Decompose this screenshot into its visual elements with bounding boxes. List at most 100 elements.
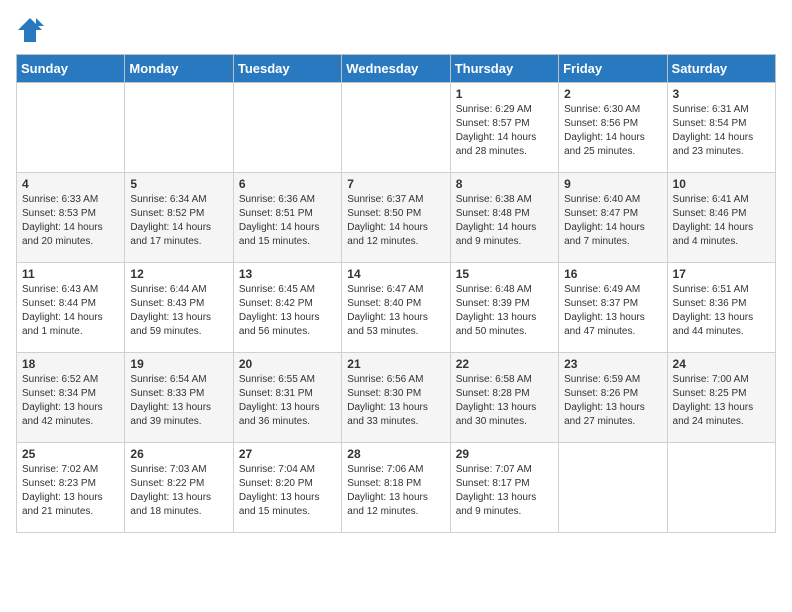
day-info: Sunrise: 6:29 AM Sunset: 8:57 PM Dayligh… <box>456 103 553 159</box>
day-number: 25 <box>22 447 119 461</box>
day-number: 9 <box>564 177 661 191</box>
calendar-cell: 10 Sunrise: 6:41 AM Sunset: 8:46 PM Dayli… <box>667 173 775 263</box>
day-number: 29 <box>456 447 553 461</box>
day-number: 3 <box>673 87 770 101</box>
header <box>16 16 776 44</box>
day-info: Sunrise: 7:03 AM Sunset: 8:22 PM Dayligh… <box>130 463 227 519</box>
logo-icon <box>16 16 44 44</box>
calendar-cell <box>667 443 775 533</box>
day-info: Sunrise: 6:30 AM Sunset: 8:56 PM Dayligh… <box>564 103 661 159</box>
calendar-cell: 15 Sunrise: 6:48 AM Sunset: 8:39 PM Dayli… <box>450 263 558 353</box>
calendar-cell: 8Sunrise: 6:38 AM Sunset: 8:48 PM Daylig… <box>450 173 558 263</box>
calendar-cell: 22 Sunrise: 6:58 AM Sunset: 8:28 PM Dayli… <box>450 353 558 443</box>
day-info: Sunrise: 7:00 AM Sunset: 8:25 PM Dayligh… <box>673 373 770 429</box>
calendar-cell: 6 Sunrise: 6:36 AM Sunset: 8:51 PM Daylig… <box>233 173 341 263</box>
calendar-cell <box>233 83 341 173</box>
day-number: 4 <box>22 177 119 191</box>
day-info: Sunrise: 6:34 AM Sunset: 8:52 PM Dayligh… <box>130 193 227 249</box>
day-info: Sunrise: 6:36 AM Sunset: 8:51 PM Dayligh… <box>239 193 336 249</box>
calendar-cell: 28Sunrise: 7:06 AM Sunset: 8:18 PM Dayli… <box>342 443 450 533</box>
calendar-cell: 20 Sunrise: 6:55 AM Sunset: 8:31 PM Dayli… <box>233 353 341 443</box>
weekday-header-thursday: Thursday <box>450 55 558 83</box>
day-info: Sunrise: 7:07 AM Sunset: 8:17 PM Dayligh… <box>456 463 553 519</box>
calendar-cell: 25Sunrise: 7:02 AM Sunset: 8:23 PM Dayli… <box>17 443 125 533</box>
day-number: 8 <box>456 177 553 191</box>
calendar-cell: 26 Sunrise: 7:03 AM Sunset: 8:22 PM Dayli… <box>125 443 233 533</box>
day-info: Sunrise: 6:58 AM Sunset: 8:28 PM Dayligh… <box>456 373 553 429</box>
day-info: Sunrise: 6:41 AM Sunset: 8:46 PM Dayligh… <box>673 193 770 249</box>
weekday-header-row: SundayMondayTuesdayWednesdayThursdayFrid… <box>17 55 776 83</box>
day-info: Sunrise: 6:37 AM Sunset: 8:50 PM Dayligh… <box>347 193 444 249</box>
day-info: Sunrise: 6:47 AM Sunset: 8:40 PM Dayligh… <box>347 283 444 339</box>
calendar-cell: 17 Sunrise: 6:51 AM Sunset: 8:36 PM Dayli… <box>667 263 775 353</box>
day-number: 17 <box>673 267 770 281</box>
day-number: 14 <box>347 267 444 281</box>
calendar-cell: 18 Sunrise: 6:52 AM Sunset: 8:34 PM Dayli… <box>17 353 125 443</box>
day-info: Sunrise: 6:45 AM Sunset: 8:42 PM Dayligh… <box>239 283 336 339</box>
day-info: Sunrise: 6:31 AM Sunset: 8:54 PM Dayligh… <box>673 103 770 159</box>
weekday-header-wednesday: Wednesday <box>342 55 450 83</box>
calendar-cell: 27 Sunrise: 7:04 AM Sunset: 8:20 PM Dayli… <box>233 443 341 533</box>
day-number: 2 <box>564 87 661 101</box>
day-info: Sunrise: 6:43 AM Sunset: 8:44 PM Dayligh… <box>22 283 119 339</box>
calendar-cell: 1 Sunrise: 6:29 AM Sunset: 8:57 PM Daylig… <box>450 83 558 173</box>
calendar-week-row: 4 Sunrise: 6:33 AM Sunset: 8:53 PM Daylig… <box>17 173 776 263</box>
day-number: 18 <box>22 357 119 371</box>
day-number: 16 <box>564 267 661 281</box>
calendar-cell: 5 Sunrise: 6:34 AM Sunset: 8:52 PM Daylig… <box>125 173 233 263</box>
day-number: 23 <box>564 357 661 371</box>
day-number: 15 <box>456 267 553 281</box>
calendar-cell <box>342 83 450 173</box>
day-info: Sunrise: 6:55 AM Sunset: 8:31 PM Dayligh… <box>239 373 336 429</box>
calendar-cell: 12 Sunrise: 6:44 AM Sunset: 8:43 PM Dayli… <box>125 263 233 353</box>
day-info: Sunrise: 6:44 AM Sunset: 8:43 PM Dayligh… <box>130 283 227 339</box>
weekday-header-monday: Monday <box>125 55 233 83</box>
day-number: 24 <box>673 357 770 371</box>
day-info: Sunrise: 6:51 AM Sunset: 8:36 PM Dayligh… <box>673 283 770 339</box>
calendar-cell: 19Sunrise: 6:54 AM Sunset: 8:33 PM Dayli… <box>125 353 233 443</box>
calendar-cell: 21 Sunrise: 6:56 AM Sunset: 8:30 PM Dayli… <box>342 353 450 443</box>
day-number: 6 <box>239 177 336 191</box>
calendar-cell <box>17 83 125 173</box>
day-number: 26 <box>130 447 227 461</box>
day-number: 27 <box>239 447 336 461</box>
weekday-header-friday: Friday <box>559 55 667 83</box>
calendar-cell: 9 Sunrise: 6:40 AM Sunset: 8:47 PM Daylig… <box>559 173 667 263</box>
day-number: 22 <box>456 357 553 371</box>
day-number: 11 <box>22 267 119 281</box>
calendar-week-row: 11 Sunrise: 6:43 AM Sunset: 8:44 PM Dayli… <box>17 263 776 353</box>
day-info: Sunrise: 6:33 AM Sunset: 8:53 PM Dayligh… <box>22 193 119 249</box>
day-number: 12 <box>130 267 227 281</box>
day-info: Sunrise: 6:54 AM Sunset: 8:33 PM Dayligh… <box>130 373 227 429</box>
day-number: 1 <box>456 87 553 101</box>
calendar-week-row: 25Sunrise: 7:02 AM Sunset: 8:23 PM Dayli… <box>17 443 776 533</box>
day-number: 5 <box>130 177 227 191</box>
calendar-cell: 14 Sunrise: 6:47 AM Sunset: 8:40 PM Dayli… <box>342 263 450 353</box>
weekday-header-sunday: Sunday <box>17 55 125 83</box>
day-info: Sunrise: 6:56 AM Sunset: 8:30 PM Dayligh… <box>347 373 444 429</box>
day-number: 28 <box>347 447 444 461</box>
calendar-cell: 4 Sunrise: 6:33 AM Sunset: 8:53 PM Daylig… <box>17 173 125 263</box>
weekday-header-tuesday: Tuesday <box>233 55 341 83</box>
calendar-cell: 11 Sunrise: 6:43 AM Sunset: 8:44 PM Dayli… <box>17 263 125 353</box>
calendar-cell <box>559 443 667 533</box>
calendar-cell: 29 Sunrise: 7:07 AM Sunset: 8:17 PM Dayli… <box>450 443 558 533</box>
logo <box>16 16 48 44</box>
day-number: 10 <box>673 177 770 191</box>
calendar-table: SundayMondayTuesdayWednesdayThursdayFrid… <box>16 54 776 533</box>
day-number: 20 <box>239 357 336 371</box>
calendar-cell <box>125 83 233 173</box>
day-info: Sunrise: 7:04 AM Sunset: 8:20 PM Dayligh… <box>239 463 336 519</box>
calendar-week-row: 18 Sunrise: 6:52 AM Sunset: 8:34 PM Dayli… <box>17 353 776 443</box>
day-info: Sunrise: 6:59 AM Sunset: 8:26 PM Dayligh… <box>564 373 661 429</box>
calendar-cell: 3 Sunrise: 6:31 AM Sunset: 8:54 PM Daylig… <box>667 83 775 173</box>
day-info: Sunrise: 6:48 AM Sunset: 8:39 PM Dayligh… <box>456 283 553 339</box>
day-info: Sunrise: 6:40 AM Sunset: 8:47 PM Dayligh… <box>564 193 661 249</box>
calendar-week-row: 1 Sunrise: 6:29 AM Sunset: 8:57 PM Daylig… <box>17 83 776 173</box>
day-number: 7 <box>347 177 444 191</box>
calendar-cell: 2 Sunrise: 6:30 AM Sunset: 8:56 PM Daylig… <box>559 83 667 173</box>
day-number: 21 <box>347 357 444 371</box>
weekday-header-saturday: Saturday <box>667 55 775 83</box>
calendar-cell: 13Sunrise: 6:45 AM Sunset: 8:42 PM Dayli… <box>233 263 341 353</box>
day-info: Sunrise: 6:52 AM Sunset: 8:34 PM Dayligh… <box>22 373 119 429</box>
